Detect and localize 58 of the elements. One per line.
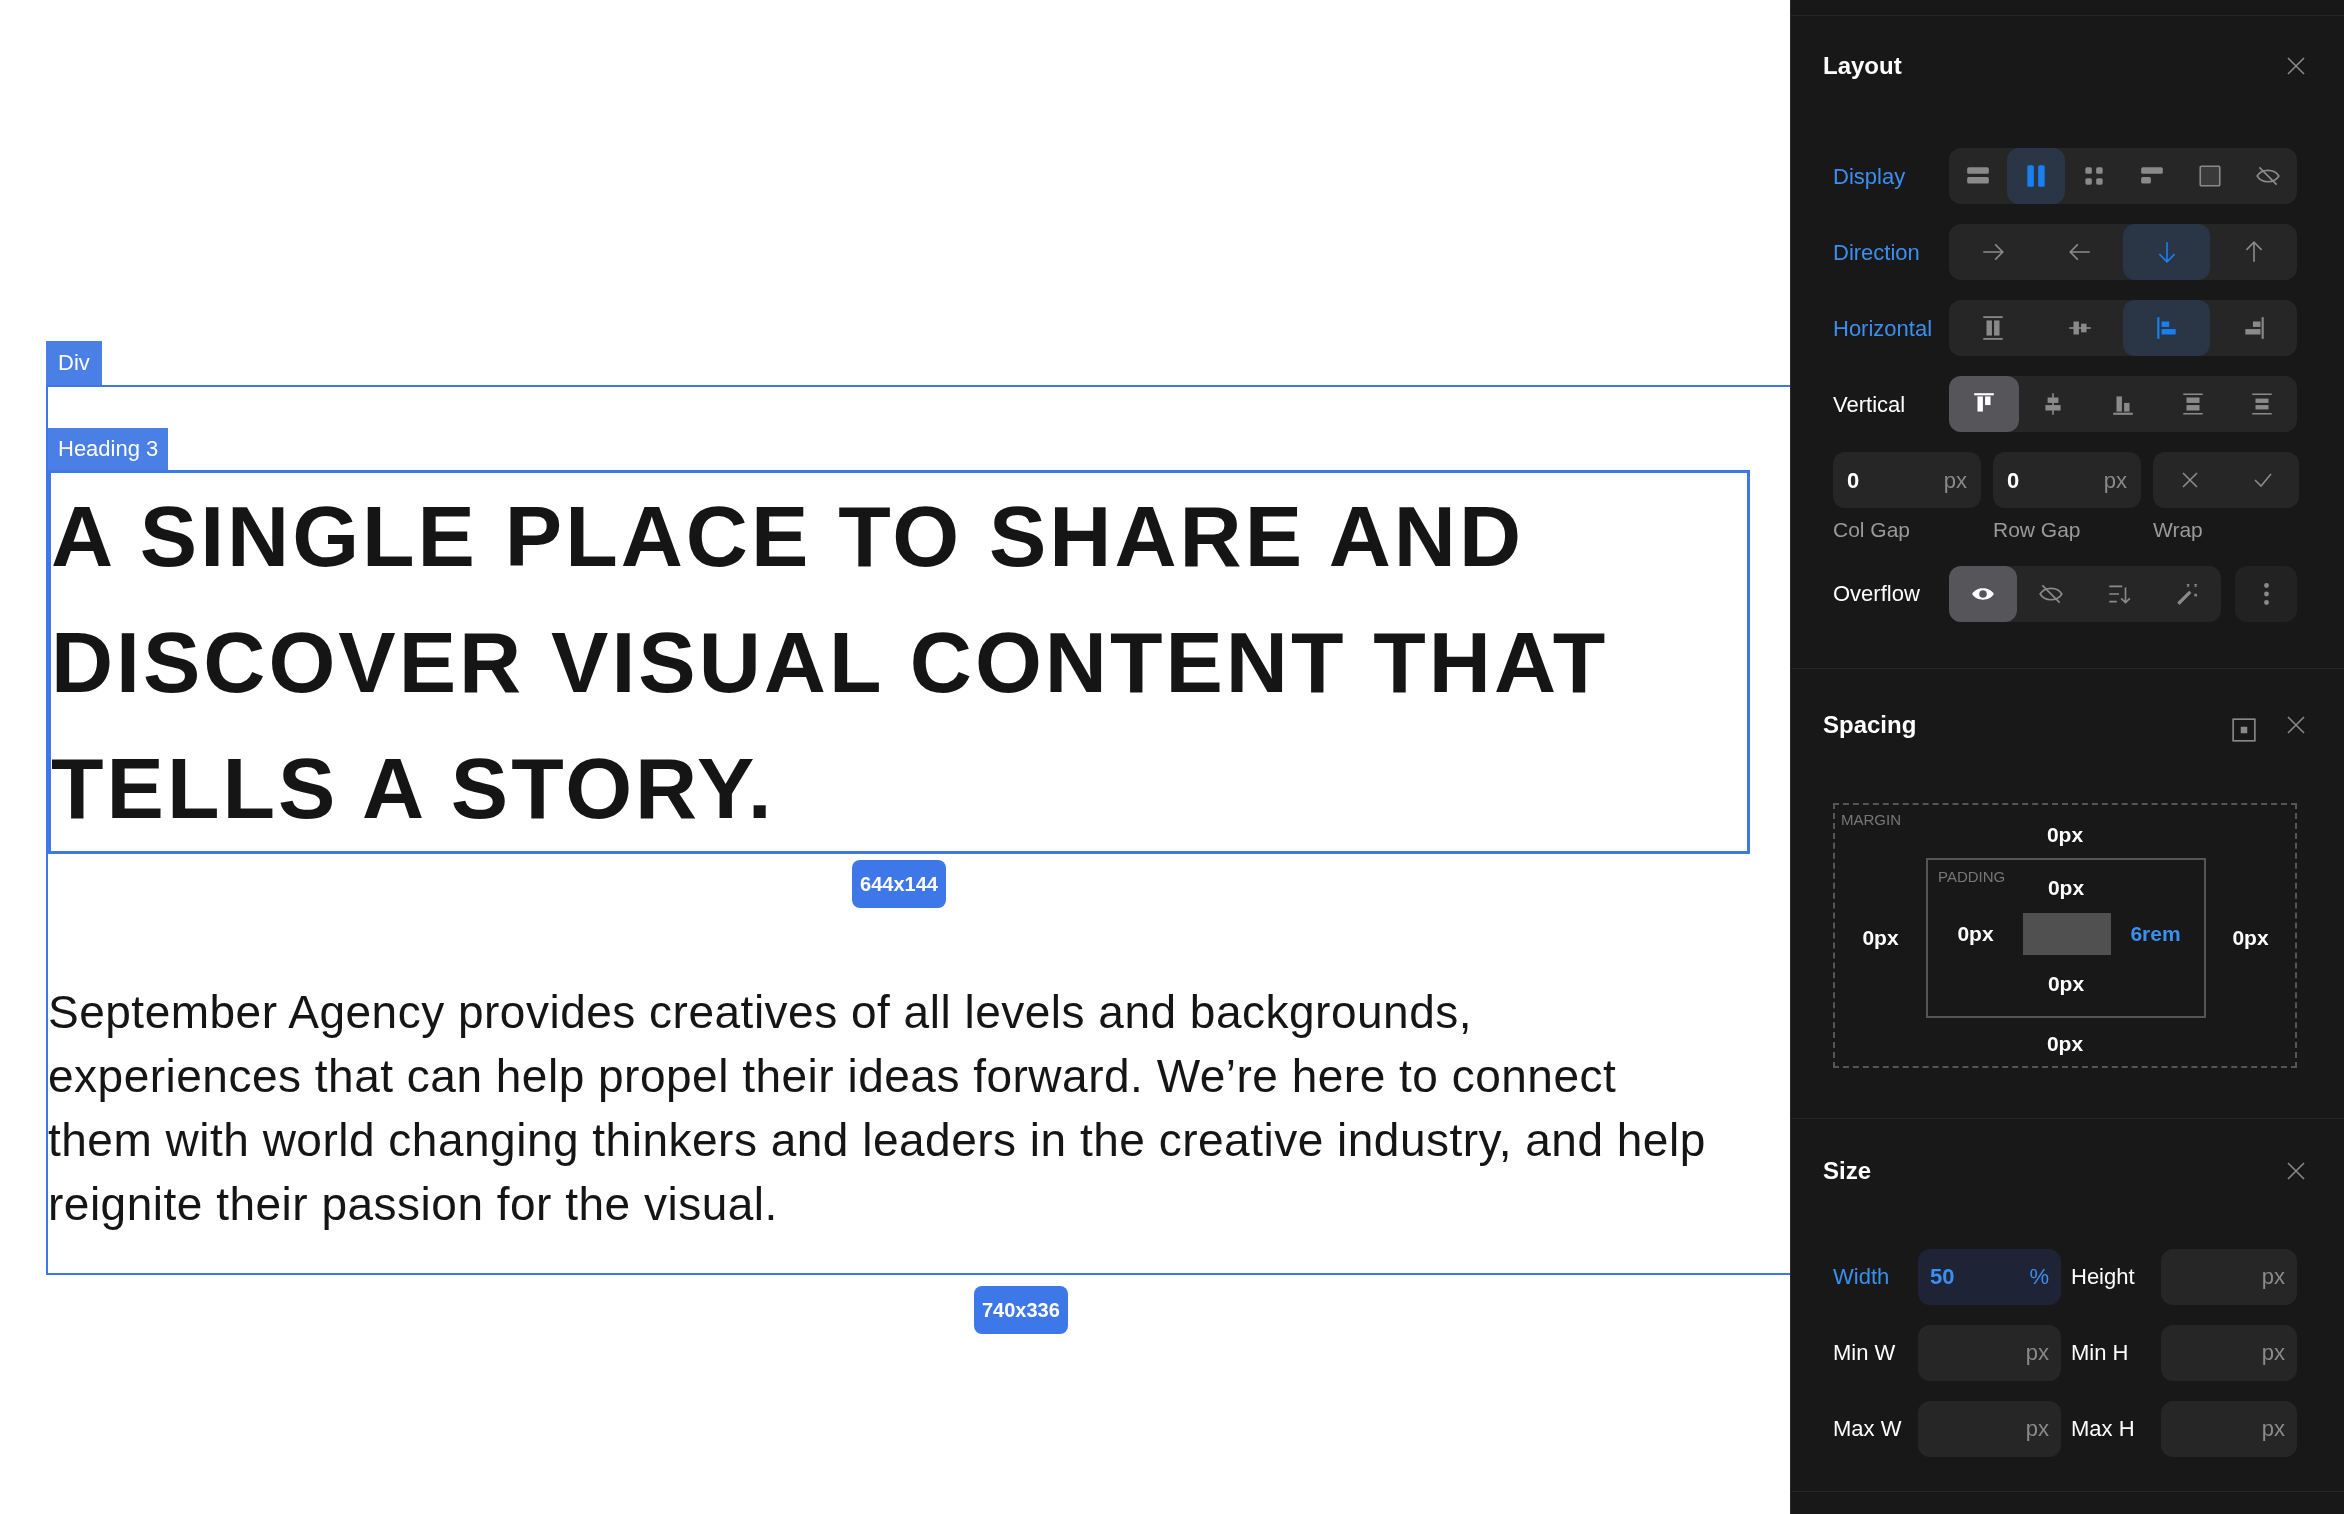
unit-label: px [2261,1415,2285,1443]
field-label: Horizontal [1833,314,1934,343]
input-field[interactable]: px [1918,1324,2061,1381]
field-label: Wrap [2153,517,2204,543]
box-model-button[interactable] [2230,715,2258,744]
spacing-value[interactable]: 0px [2047,967,2085,999]
size-badge: 644x144 [852,860,946,908]
field-label: Min W [1833,1339,1897,1367]
option-button[interactable] [1949,376,2019,432]
spacing-value[interactable]: 6rem [2130,917,2181,950]
section-title: Spacing [1823,709,1917,740]
field-label: Overflow [1833,580,1921,608]
more-icon [2263,582,2269,605]
section-title: Size [1823,1155,1872,1186]
field-label: Direction [1833,238,1921,267]
unit-label: px [2261,1339,2285,1367]
spacing-value[interactable]: 0px [2047,859,2085,903]
unit-label: px [1943,466,1967,495]
spacing-value[interactable]: 0px [2232,921,2269,954]
field-label: Max W [1833,1415,1903,1443]
field-label: Row Gap [1993,517,2082,543]
field-label: Min H [2070,1339,2130,1367]
field-value: 50 [1930,1263,1955,1291]
input-field[interactable]: px [1918,1400,2061,1457]
input-field[interactable]: 0 px [1833,452,1981,508]
input-field[interactable]: px [2161,1324,2297,1381]
paragraph: September Agency provides creatives of all levels and backgrounds, experiences that can help propel their ideas forward. We’re here to connect them with world changing thinkers and leaders in the creative industry, and help reignite their passion for the visual. [48,985,1707,1232]
unit-label: px [2025,1415,2049,1443]
spacing-value[interactable]: 0px [1957,917,1994,950]
element-tag: Heading 3 [48,428,169,470]
input-field[interactable]: px [2161,1248,2297,1305]
square-icon [2197,163,2223,189]
field-label: Display [1833,162,1907,191]
unit-label: px [2103,466,2127,495]
box-label: MARGIN [1840,809,1902,830]
input-field[interactable]: 0 px [1993,452,2141,508]
input-field[interactable]: px [2161,1400,2297,1457]
size-badge: 740x336 [974,1286,1068,1334]
field-label: Col Gap [1833,517,1912,543]
field-value: 0 [1847,466,1860,495]
heading: A SINGLE PLACE TO SHARE AND DISCOVER VISUAL CONTENT THAT TELLS A STORY. [51,487,1610,838]
spacing-value[interactable]: 0px [2046,1027,2084,1059]
unit-label: px [2025,1339,2049,1367]
box-label: PADDING [1937,866,2007,887]
spacing-value[interactable]: 0px [1862,921,1899,954]
element-tag: Div [46,341,102,385]
option-button[interactable] [1949,565,2017,622]
unit-label: % [2029,1263,2049,1291]
square-icon [2231,716,2257,743]
field-label: Height [2070,1263,2136,1291]
field-value: 0 [2007,466,2020,495]
section-title: Layout [1823,51,1902,81]
input-field[interactable]: 50 % [1918,1248,2061,1305]
spacing-value[interactable]: 0px [2046,804,2084,850]
unit-label: px [2261,1263,2285,1291]
field-label: Width [1833,1263,1891,1291]
field-label: Max H [2070,1415,2136,1443]
field-label: Vertical [1833,390,1907,419]
